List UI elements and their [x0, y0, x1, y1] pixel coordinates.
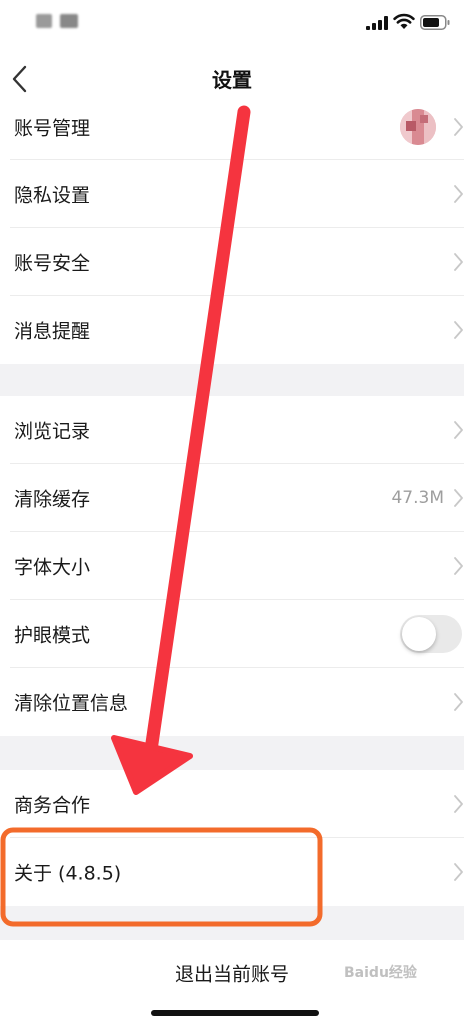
row-label: 清除缓存 [14, 488, 91, 511]
avatar [400, 108, 436, 145]
section-separator [0, 906, 464, 940]
settings-row-account-management[interactable]: 账号管理 [0, 93, 464, 160]
row-label: 清除位置信息 [14, 692, 129, 715]
battery-icon [420, 15, 450, 30]
row-label: 消息提醒 [14, 320, 91, 343]
page-title: 设置 [212, 68, 252, 92]
row-label: 关于 (4.8.5) [14, 862, 122, 885]
settings-row-clear-location[interactable]: 清除位置信息 [0, 668, 464, 736]
toggle-knob [402, 617, 436, 651]
home-indicator[interactable] [151, 1010, 319, 1016]
row-label: 账号管理 [14, 117, 91, 139]
settings-row-about[interactable]: 关于 (4.8.5) [0, 838, 464, 906]
settings-row-clear-cache[interactable]: 清除缓存 47.3M [0, 464, 464, 532]
settings-row-eye-care: 护眼模式 [0, 600, 464, 668]
chevron-right-icon [454, 557, 463, 575]
chevron-right-icon [454, 693, 463, 711]
chevron-right-icon [454, 421, 463, 439]
row-label: 账号安全 [14, 252, 91, 275]
section-separator [0, 736, 464, 770]
row-label: 浏览记录 [14, 420, 91, 443]
chevron-right-icon [454, 795, 463, 813]
chevron-right-icon [454, 185, 463, 203]
status-bar [0, 0, 464, 48]
chevron-right-icon [454, 489, 463, 507]
settings-row-business[interactable]: 商务合作 [0, 770, 464, 838]
row-label: 字体大小 [14, 556, 91, 579]
wifi-icon [393, 13, 415, 29]
eye-care-toggle[interactable] [400, 615, 462, 653]
chevron-right-icon [454, 117, 463, 136]
settings-row-font-size[interactable]: 字体大小 [0, 532, 464, 600]
settings-row-notifications[interactable]: 消息提醒 [0, 296, 464, 364]
section-separator [0, 364, 464, 396]
cellular-signal-icon [366, 16, 388, 30]
row-label: 护眼模式 [14, 624, 91, 647]
row-label: 商务合作 [14, 794, 91, 817]
settings-row-browse-history[interactable]: 浏览记录 [0, 396, 464, 464]
status-time-blurred [36, 14, 52, 28]
row-label: 隐私设置 [14, 184, 91, 207]
status-time-blurred [60, 14, 78, 28]
settings-screen: 设置 账号管理 隐私设置 账号安全 消息提醒 浏览记录 清除缓存 47.3M 字… [0, 0, 464, 1022]
settings-row-privacy[interactable]: 隐私设置 [0, 160, 464, 228]
cache-size-value: 47.3M [391, 488, 444, 508]
chevron-right-icon [454, 321, 463, 339]
settings-row-account-security[interactable]: 账号安全 [0, 228, 464, 296]
watermark: Baidu经验 [344, 965, 417, 981]
chevron-right-icon [454, 253, 463, 271]
chevron-right-icon [454, 863, 463, 881]
